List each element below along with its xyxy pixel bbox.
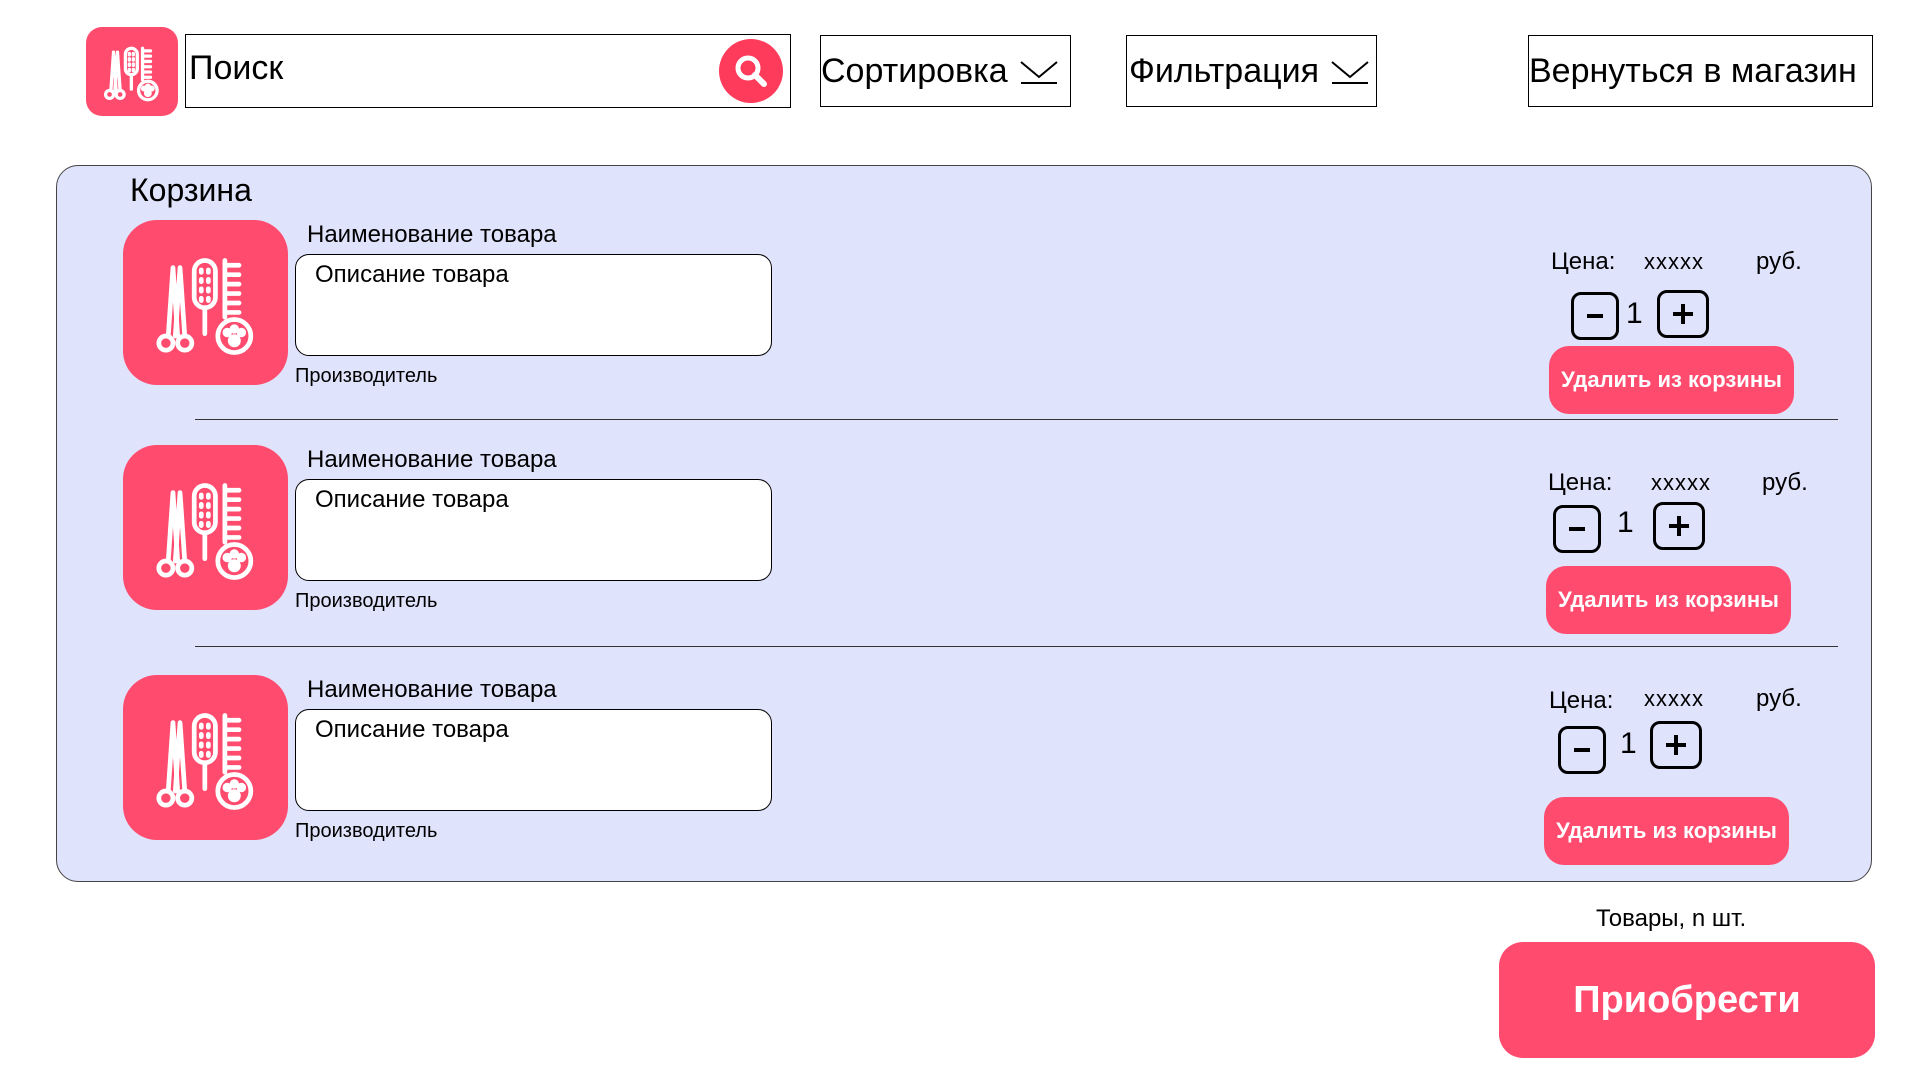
item-divider bbox=[195, 646, 1838, 647]
price-currency: руб. bbox=[1756, 248, 1802, 275]
remove-from-cart-button[interactable]: Удалить из корзины bbox=[1544, 797, 1789, 865]
plus-icon bbox=[1666, 735, 1686, 755]
chevron-down-icon bbox=[1019, 61, 1058, 84]
product-description: Описание товара bbox=[315, 261, 509, 288]
decrease-quantity-button[interactable] bbox=[1558, 726, 1606, 774]
search-input[interactable]: Поиск bbox=[185, 34, 791, 108]
decrease-quantity-button[interactable] bbox=[1553, 505, 1601, 553]
search-button[interactable] bbox=[719, 39, 783, 103]
grooming-tools-icon bbox=[155, 712, 253, 810]
remove-from-cart-button[interactable]: Удалить из корзины bbox=[1546, 566, 1791, 634]
filter-label: Фильтрация bbox=[1129, 51, 1320, 90]
search-text[interactable]: Поиск bbox=[189, 49, 283, 88]
product-description: Описание товара bbox=[315, 716, 509, 743]
product-image[interactable] bbox=[123, 675, 288, 840]
cart-page: Поиск Сортировка Фильтрация Вернуться в … bbox=[0, 0, 1920, 1080]
product-maker: Производитель bbox=[295, 590, 438, 612]
quantity-value: 1 bbox=[1620, 727, 1637, 760]
items-count: Товары, n шт. bbox=[1596, 905, 1747, 932]
price-currency: руб. bbox=[1762, 469, 1808, 496]
price-currency: руб. bbox=[1756, 685, 1802, 712]
quantity-value: 1 bbox=[1617, 506, 1634, 539]
item-divider bbox=[195, 419, 1838, 420]
back-to-shop-button[interactable]: Вернуться в магазин bbox=[1528, 35, 1873, 107]
price-value: xxxxx bbox=[1644, 686, 1704, 711]
sort-label: Сортировка bbox=[821, 51, 1008, 90]
filter-dropdown[interactable]: Фильтрация bbox=[1126, 35, 1377, 107]
product-image[interactable] bbox=[123, 220, 288, 385]
price-label: Цена: bbox=[1549, 687, 1614, 714]
product-maker: Производитель bbox=[295, 365, 438, 387]
price-label: Цена: bbox=[1551, 248, 1616, 275]
app-logo[interactable] bbox=[86, 27, 178, 116]
sort-dropdown[interactable]: Сортировка bbox=[820, 35, 1071, 107]
product-image[interactable] bbox=[123, 445, 288, 610]
grooming-tools-icon bbox=[155, 257, 253, 355]
price-label: Цена: bbox=[1548, 469, 1613, 496]
product-maker: Производитель bbox=[295, 820, 438, 842]
product-name[interactable]: Наименование товара bbox=[307, 676, 557, 704]
product-description: Описание товара bbox=[315, 486, 509, 513]
remove-from-cart-button[interactable]: Удалить из корзины bbox=[1549, 346, 1794, 414]
increase-quantity-button[interactable] bbox=[1653, 502, 1705, 550]
product-description-box: Описание товара bbox=[295, 709, 772, 811]
plus-icon bbox=[1673, 304, 1693, 324]
product-description-box: Описание товара bbox=[295, 254, 772, 356]
price-value: xxxxx bbox=[1651, 470, 1711, 495]
plus-icon bbox=[1669, 516, 1689, 536]
product-description-box: Описание товара bbox=[295, 479, 772, 581]
price-value: xxxxx bbox=[1644, 249, 1704, 274]
back-to-shop-label: Вернуться в магазин bbox=[1529, 51, 1857, 90]
minus-icon bbox=[1574, 748, 1590, 752]
grooming-tools-icon bbox=[155, 482, 253, 580]
product-name[interactable]: Наименование товара bbox=[307, 446, 557, 474]
grooming-tools-icon bbox=[103, 46, 159, 101]
quantity-value: 1 bbox=[1626, 297, 1643, 330]
cart-title: Корзина bbox=[130, 172, 252, 208]
purchase-button[interactable]: Приобрести bbox=[1499, 942, 1875, 1058]
minus-icon bbox=[1569, 527, 1585, 531]
chevron-down-icon bbox=[1331, 61, 1369, 84]
minus-icon bbox=[1587, 314, 1603, 318]
search-icon bbox=[735, 55, 767, 87]
increase-quantity-button[interactable] bbox=[1657, 290, 1709, 338]
increase-quantity-button[interactable] bbox=[1650, 721, 1702, 769]
decrease-quantity-button[interactable] bbox=[1571, 292, 1619, 340]
product-name[interactable]: Наименование товара bbox=[307, 221, 557, 249]
